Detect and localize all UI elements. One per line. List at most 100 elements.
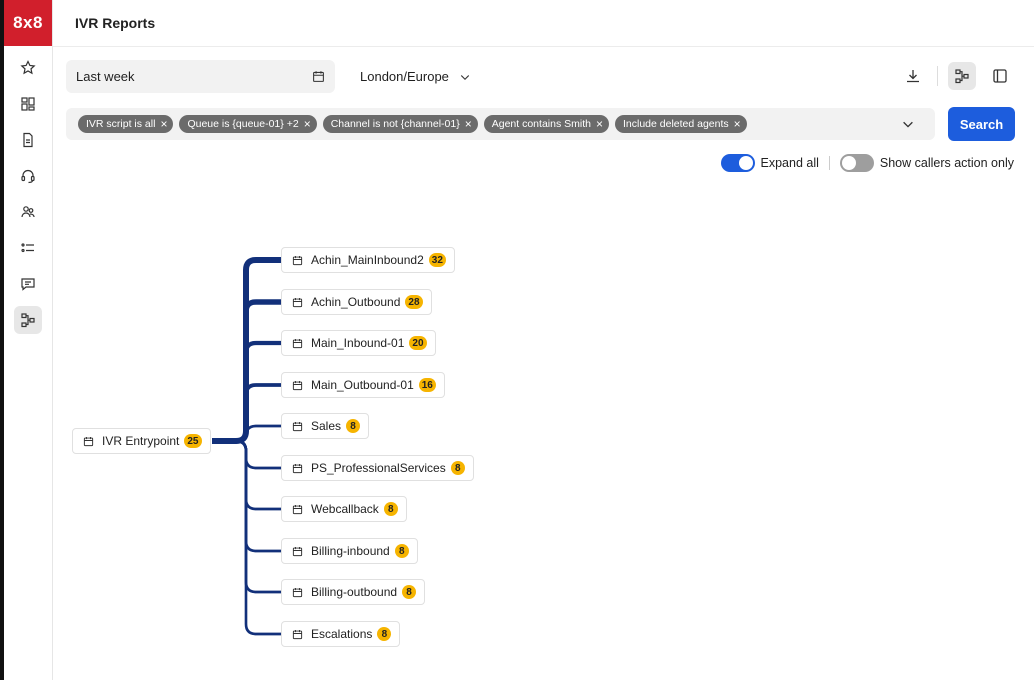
tree-node-child[interactable]: Sales 8 — [281, 413, 370, 439]
filter-chip-label: Channel is not {channel-01} — [330, 118, 460, 130]
ivr-tree-connectors — [212, 257, 281, 636]
dashboard-icon[interactable] — [14, 90, 42, 118]
page-title: IVR Reports — [75, 15, 156, 31]
calendar-icon — [313, 71, 324, 82]
ivr-flow-icon[interactable] — [14, 306, 42, 334]
calendar-icon — [292, 380, 303, 390]
filter-chip[interactable]: Include deleted agents × — [614, 115, 747, 133]
tree-node-label: Billing-outbound — [311, 585, 398, 599]
sidebar: 8x8 — [4, 0, 53, 680]
document-icon[interactable] — [14, 126, 42, 154]
calendar-icon — [292, 421, 303, 431]
call-count-badge: 28 — [405, 295, 423, 309]
tree-node-label: Achin_MainInbound2 — [311, 253, 424, 267]
tree-connector — [216, 424, 281, 443]
tree-connector — [216, 257, 281, 444]
tree-connector — [216, 439, 281, 594]
tree-node-child[interactable]: Billing-outbound 8 — [281, 579, 426, 605]
tree-node-child[interactable]: Main_Inbound-01 20 — [281, 330, 436, 356]
tree-node-label: Achin_Outbound — [311, 295, 401, 309]
date-range-value: Last week — [76, 69, 135, 84]
callers-only-label: Show callers action only — [879, 156, 1014, 170]
call-count-badge: 8 — [346, 419, 361, 433]
chevron-down-icon[interactable] — [901, 117, 915, 131]
tree-node-label: IVR Entrypoint — [102, 434, 180, 448]
filter-bar[interactable]: IVR script is all × Queue is {queue-01} +… — [66, 108, 935, 140]
tree-connector — [216, 439, 281, 511]
calendar-icon — [292, 338, 303, 348]
star-icon[interactable] — [14, 54, 42, 82]
call-count-badge: 8 — [450, 461, 465, 475]
call-count-badge: 16 — [418, 378, 436, 392]
tree-node-child[interactable]: Webcallback 8 — [281, 496, 407, 522]
tree-node-child[interactable]: Achin_MainInbound2 32 — [281, 247, 455, 273]
panel-view-icon[interactable] — [986, 62, 1014, 90]
calendar-icon — [292, 504, 303, 514]
call-count-badge: 8 — [383, 502, 398, 516]
filter-chip-label: Queue is {queue-01} +2 — [187, 118, 299, 130]
tree-connector — [216, 439, 281, 553]
call-count-badge: 20 — [409, 336, 427, 350]
filter-chip-label: Include deleted agents — [622, 118, 729, 130]
filter-chip-label: IVR script is all — [86, 118, 156, 130]
tree-node-label: Main_Outbound-01 — [311, 378, 414, 392]
call-count-badge: 8 — [377, 627, 392, 641]
call-count-badge: 8 — [394, 544, 409, 558]
tree-connector — [216, 299, 281, 444]
filter-chip[interactable]: Agent contains Smith × — [483, 115, 609, 133]
calendar-icon — [292, 546, 303, 556]
date-range-picker[interactable]: Last week — [66, 60, 335, 93]
calendar-icon — [292, 629, 303, 639]
view-controls — [899, 62, 1014, 90]
close-icon[interactable]: × — [596, 118, 603, 130]
tree-node-label: Webcallback — [311, 502, 379, 516]
call-count-badge: 25 — [184, 434, 202, 448]
close-icon[interactable]: × — [304, 118, 311, 130]
download-icon[interactable] — [899, 62, 927, 90]
tree-node-label: Sales — [311, 419, 342, 433]
filter-chip[interactable]: IVR script is all × — [78, 115, 174, 133]
tree-node-child[interactable]: Achin_Outbound 28 — [281, 289, 432, 315]
tree-node-root[interactable]: IVR Entrypoint 25 — [72, 428, 211, 454]
call-count-badge: 8 — [402, 585, 417, 599]
calendar-icon — [292, 297, 303, 307]
calendar-icon — [292, 255, 303, 265]
calendar-icon — [83, 436, 94, 446]
filter-chip-label: Agent contains Smith — [491, 118, 591, 130]
tree-connector — [216, 439, 281, 470]
close-icon[interactable]: × — [465, 118, 472, 130]
tree-node-label: PS_ProfessionalServices — [311, 461, 446, 475]
close-icon[interactable]: × — [160, 118, 167, 130]
tree-node-child[interactable]: Escalations 8 — [281, 621, 401, 647]
app-logo[interactable]: 8x8 — [4, 0, 52, 46]
flow-view-icon[interactable] — [948, 62, 976, 90]
tree-connector — [216, 383, 281, 443]
filter-chip[interactable]: Queue is {queue-01} +2 × — [179, 115, 317, 133]
timezone-value: London/Europe — [360, 69, 449, 84]
timezone-select[interactable]: London/Europe — [360, 60, 471, 93]
chevron-down-icon — [460, 74, 470, 80]
toolbar-divider — [937, 66, 938, 86]
tree-node-label: Billing-inbound — [311, 544, 390, 558]
list-icon[interactable] — [14, 234, 42, 262]
tree-connector — [216, 340, 281, 444]
close-icon[interactable]: × — [734, 118, 741, 130]
toggle-divider — [828, 156, 830, 170]
calendar-icon — [292, 587, 303, 597]
filter-chip[interactable]: Channel is not {channel-01} × — [322, 115, 478, 133]
tree-toggles: Expand all Show callers action only — [720, 154, 1014, 172]
expand-all-toggle[interactable] — [720, 154, 755, 172]
tree-node-label: Main_Inbound-01 — [311, 336, 405, 350]
headset-icon[interactable] — [14, 162, 42, 190]
tree-node-child[interactable]: PS_ProfessionalServices 8 — [281, 455, 474, 481]
tree-node-child[interactable]: Billing-inbound 8 — [281, 538, 418, 564]
page-header: IVR Reports — [53, 0, 1034, 47]
tree-node-child[interactable]: Main_Outbound-01 16 — [281, 372, 445, 398]
tree-connector — [216, 439, 281, 636]
chat-icon[interactable] — [14, 270, 42, 298]
expand-all-label: Expand all — [760, 156, 819, 170]
callers-only-toggle[interactable] — [839, 154, 874, 172]
call-count-badge: 32 — [428, 253, 446, 267]
search-button[interactable]: Search — [948, 107, 1015, 141]
users-icon[interactable] — [14, 198, 42, 226]
